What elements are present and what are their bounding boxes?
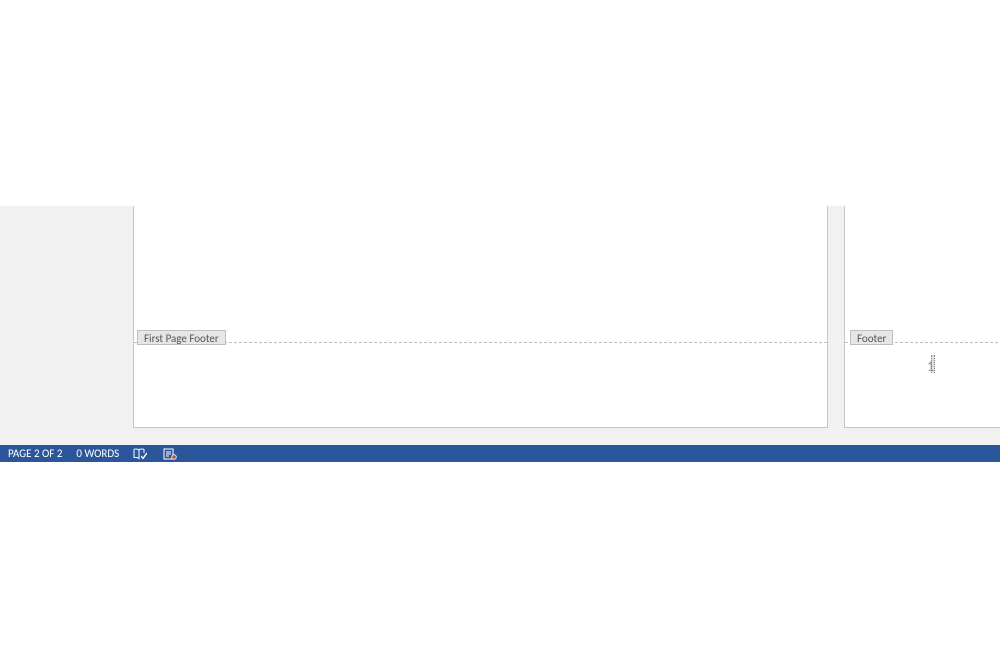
status-word-count[interactable]: 0 WORDS (70, 445, 125, 462)
status-page-indicator[interactable]: PAGE 2 OF 2 (2, 445, 68, 462)
window-bottom-blank (0, 462, 1000, 667)
status-macro-button[interactable] (155, 445, 185, 462)
document-editing-surface[interactable]: First Page Footer Footer 1 (0, 206, 1000, 445)
page-1[interactable]: First Page Footer (133, 206, 828, 428)
page-2[interactable]: Footer 1 (844, 206, 1000, 428)
status-proofing-button[interactable] (125, 445, 155, 462)
footer-page-number[interactable]: 1 (927, 358, 934, 375)
status-bar: PAGE 2 OF 2 0 WORDS (0, 445, 1000, 462)
book-check-icon (131, 447, 149, 461)
window-top-blank (0, 0, 1000, 206)
footer-tag[interactable]: Footer (850, 330, 893, 345)
macro-record-icon (161, 447, 179, 461)
footer-tag-first-page[interactable]: First Page Footer (137, 330, 226, 345)
footer-boundary-line (134, 342, 827, 343)
